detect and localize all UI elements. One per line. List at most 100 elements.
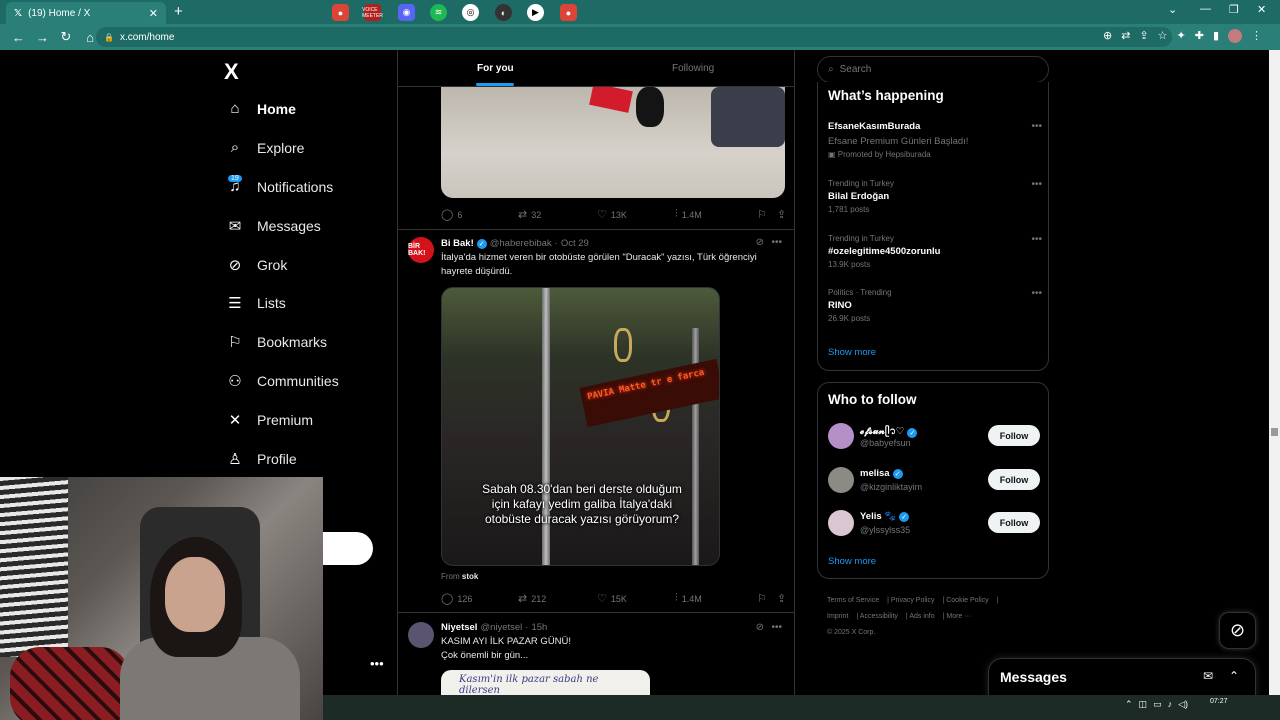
- trend-item[interactable]: Trending in Turkey #ozelegitime4500zorun…: [828, 234, 1042, 269]
- follow-button[interactable]: Follow: [988, 425, 1040, 446]
- more-icon[interactable]: •••: [771, 622, 782, 633]
- avatar[interactable]: BİR BAK!: [408, 237, 434, 263]
- tab-following[interactable]: Following: [672, 63, 714, 74]
- reload-icon[interactable]: ↻: [60, 29, 72, 45]
- new-tab-icon[interactable]: +: [174, 3, 183, 20]
- footer-link[interactable]: Privacy Policy: [891, 597, 935, 604]
- bookmark-button[interactable]: ⚐: [757, 208, 777, 221]
- from-source[interactable]: stok: [462, 572, 478, 581]
- chevron-down-icon[interactable]: ⌄: [1168, 3, 1177, 16]
- repost-button[interactable]: ⇄ 212: [518, 592, 597, 605]
- forward-icon[interactable]: →: [36, 30, 49, 45]
- grok-fab-button[interactable]: ⊘: [1219, 612, 1256, 649]
- bookmark-button[interactable]: ⚐: [757, 592, 777, 605]
- tweet-author[interactable]: Bi Bak!: [441, 238, 474, 249]
- like-button[interactable]: ♡ 15K: [597, 592, 675, 605]
- clock[interactable]: 07:27: [1210, 697, 1228, 706]
- avatar[interactable]: [408, 622, 434, 648]
- nav-bookmarks[interactable]: ⚐ Bookmarks: [226, 333, 327, 351]
- app-icon[interactable]: ◐: [495, 4, 512, 21]
- obs-icon[interactable]: ◎: [462, 4, 479, 21]
- minimize-icon[interactable]: —: [1200, 3, 1211, 15]
- network-icon[interactable]: ◫: [1139, 699, 1148, 710]
- reply-button[interactable]: ◯ 6: [441, 208, 518, 221]
- share-button[interactable]: ⇪: [777, 208, 786, 221]
- nav-premium[interactable]: ✕ Premium: [226, 411, 313, 429]
- nav-profile[interactable]: ♙ Profile: [226, 450, 296, 468]
- nav-lists[interactable]: ☰ Lists: [226, 294, 286, 312]
- footer-link[interactable]: Ads info: [909, 613, 934, 620]
- share-icon[interactable]: ⇪: [1139, 29, 1148, 43]
- footer-link[interactable]: Imprint: [827, 613, 848, 620]
- volume-icon[interactable]: ◁): [1178, 699, 1188, 710]
- share-button[interactable]: ⇪: [777, 592, 786, 605]
- media-player-icon[interactable]: ▶: [527, 4, 544, 21]
- translate-icon[interactable]: ⇄: [1121, 29, 1130, 43]
- trend-item[interactable]: Trending in Turkey Bilal Erdoğan 1,781 p…: [828, 179, 1042, 214]
- follow-suggestion[interactable]: 𝓮𝓯𝓼𝓾𝓷ᥫ᭡♡ ✓ @babyefsun Follow: [828, 421, 1040, 451]
- like-button[interactable]: ♡ 13K: [597, 208, 675, 221]
- chevron-up-icon[interactable]: ⌃: [1125, 699, 1133, 710]
- nav-home[interactable]: ⌂ Home: [226, 100, 295, 117]
- tweet-date[interactable]: Oct 29: [561, 238, 589, 249]
- follow-suggestion[interactable]: Yelis 🐾 ✓ @ylssylss35 Follow: [828, 508, 1040, 538]
- browser-tab[interactable]: 𝕏 (19) Home / X ✕: [6, 2, 166, 24]
- tweet-media-image[interactable]: Kasım'in ilk pazar sabah ne dilersen: [441, 670, 650, 695]
- follow-show-more[interactable]: Show more: [828, 556, 876, 567]
- reply-button[interactable]: ◯ 126: [441, 592, 518, 605]
- scrollbar[interactable]: [1269, 50, 1280, 695]
- views-button[interactable]: ⫶ 1.4M: [675, 592, 757, 605]
- nav-messages[interactable]: ✉ Messages: [226, 217, 321, 235]
- x-logo[interactable]: X: [224, 59, 239, 85]
- tweet-handle[interactable]: @niyetsel: [480, 622, 522, 633]
- messages-drawer[interactable]: Messages ✉ ⌃: [988, 658, 1256, 698]
- sidepanel-icon[interactable]: ▮: [1213, 29, 1219, 43]
- profile-avatar[interactable]: [1228, 29, 1242, 43]
- more-icon[interactable]: •••: [1031, 234, 1042, 245]
- trend-item[interactable]: Politics · Trending RINO 26.9K posts •••: [828, 288, 1042, 323]
- new-message-icon[interactable]: ✉: [1203, 669, 1213, 683]
- puzzle-icon[interactable]: ✚: [1195, 29, 1204, 43]
- voicemeeter-icon[interactable]: VOICE MEETER: [362, 4, 383, 21]
- install-icon[interactable]: ⊕: [1103, 29, 1112, 43]
- home-icon[interactable]: ⌂: [84, 30, 96, 45]
- tweet-date[interactable]: 15h: [531, 622, 547, 633]
- footer-link[interactable]: Cookie Policy: [946, 597, 988, 604]
- more-icon[interactable]: •••: [1031, 121, 1042, 132]
- follow-button[interactable]: Follow: [988, 469, 1040, 490]
- close-icon[interactable]: ✕: [149, 7, 158, 20]
- trend-item[interactable]: EfsaneKasımBurada Efsane Premium Günleri…: [828, 121, 1042, 159]
- battery-icon[interactable]: ▭: [1153, 699, 1162, 710]
- window-close-icon[interactable]: ✕: [1257, 3, 1266, 16]
- more-icon[interactable]: •••: [1031, 179, 1042, 190]
- nav-grok[interactable]: ⊘ Grok: [226, 256, 288, 274]
- trends-show-more[interactable]: Show more: [828, 347, 876, 358]
- footer-link[interactable]: More ···: [946, 613, 971, 620]
- tweet-handle[interactable]: @haberebibak: [490, 238, 552, 249]
- tab-for-you[interactable]: For you: [477, 63, 514, 74]
- tweet-media-image[interactable]: [441, 87, 785, 198]
- repost-button[interactable]: ⇄ 32: [518, 208, 597, 221]
- tweet-author[interactable]: Niyetsel: [441, 622, 477, 633]
- more-dots-icon[interactable]: •••: [370, 656, 384, 671]
- footer-link[interactable]: Terms of Service: [827, 597, 879, 604]
- menu-icon[interactable]: ⋮: [1251, 29, 1262, 43]
- post-button[interactable]: [323, 532, 373, 565]
- more-icon[interactable]: •••: [771, 237, 782, 248]
- extension-icon[interactable]: ✦: [1177, 29, 1186, 43]
- mic-icon[interactable]: ♪: [1168, 699, 1173, 710]
- scrollbar-thumb[interactable]: [1271, 428, 1278, 436]
- more-icon[interactable]: •••: [1031, 288, 1042, 299]
- views-button[interactable]: ⫶ 1.4M: [675, 208, 757, 221]
- star-icon[interactable]: ☆: [1158, 29, 1168, 43]
- chrome-icon[interactable]: ●: [560, 4, 577, 21]
- grok-icon[interactable]: ⊘: [756, 237, 764, 248]
- tweet-video[interactable]: PAVIA Matte tr e farca Sabah 08.30'dan b…: [441, 287, 720, 566]
- footer-link[interactable]: Accessibility: [860, 613, 898, 620]
- nav-communities[interactable]: ⚇ Communities: [226, 372, 338, 390]
- chrome-icon[interactable]: ●: [332, 4, 349, 21]
- grok-icon[interactable]: ⊘: [756, 622, 764, 633]
- restore-icon[interactable]: ❐: [1229, 3, 1239, 16]
- follow-button[interactable]: Follow: [988, 512, 1040, 533]
- back-icon[interactable]: ←: [12, 30, 25, 45]
